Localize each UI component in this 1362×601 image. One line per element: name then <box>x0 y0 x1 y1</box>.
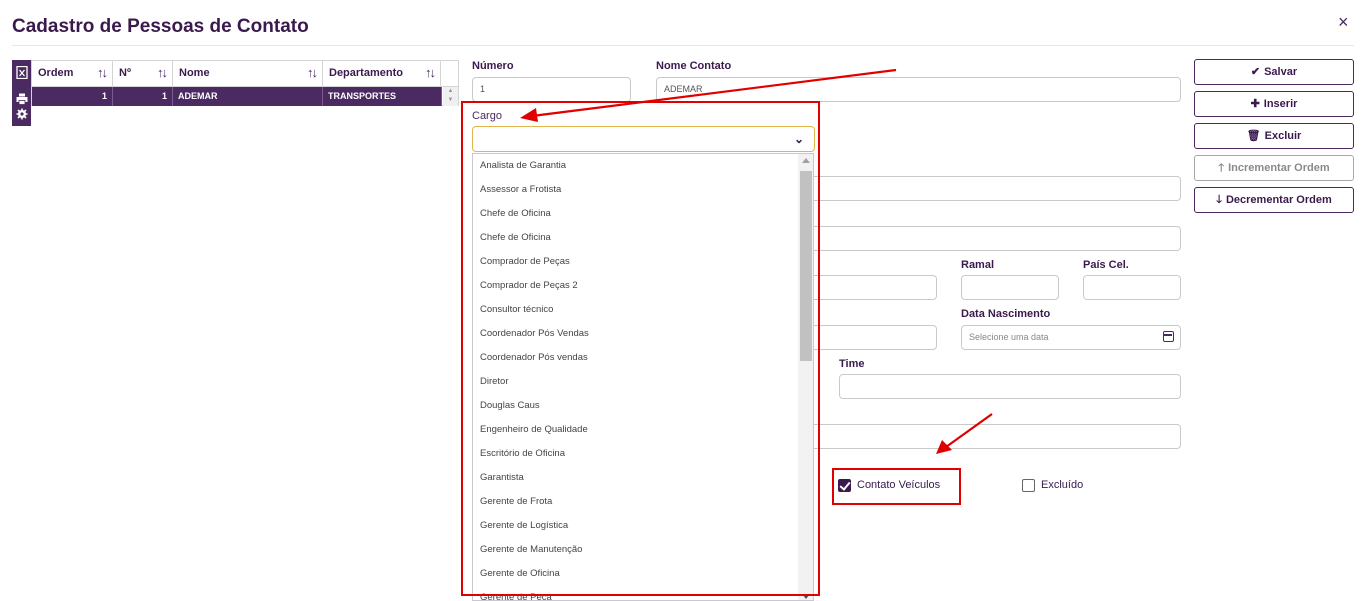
email-field[interactable] <box>800 176 1181 201</box>
sort-icon[interactable]: ↑↓ <box>307 61 318 85</box>
ramal-input[interactable] <box>961 275 1059 300</box>
close-icon[interactable]: × <box>1338 12 1349 33</box>
excel-export-icon[interactable] <box>15 65 28 80</box>
data-nascimento-label: Data Nascimento <box>961 308 1051 320</box>
plus-icon: ✚ <box>1250 98 1260 110</box>
cell-nome: ADEMAR <box>173 87 323 106</box>
column-header-numero[interactable]: Nº ↑↓ <box>113 61 173 87</box>
print-icon[interactable] <box>15 93 28 106</box>
check-icon: ✔ <box>1250 66 1261 78</box>
excluido-checkbox[interactable] <box>1022 479 1035 492</box>
cell-departamento: TRANSPORTES <box>323 87 442 106</box>
pais-cel-input[interactable] <box>1083 275 1181 300</box>
time-input[interactable] <box>839 374 1181 399</box>
excluido-label: Excluído <box>1041 479 1084 491</box>
decrementar-ordem-button[interactable]: 🡓 Decrementar Ordem <box>1194 187 1354 213</box>
inserir-button[interactable]: ✚ Inserir <box>1194 91 1354 117</box>
sort-icon[interactable]: ↑↓ <box>97 61 108 85</box>
grid-toolbar <box>12 60 31 126</box>
arrow-up-icon: 🡑 <box>1218 162 1225 174</box>
grid-scrollbar[interactable]: ▲ ▼ <box>443 87 458 106</box>
column-header-departamento[interactable]: Departamento ↑↓ <box>323 61 441 87</box>
grid-header: Ordem ↑↓ Nº ↑↓ Nome ↑↓ Departamento ↑↓ <box>32 61 458 87</box>
nome-contato-input[interactable]: ADEMAR <box>656 77 1181 102</box>
mobile-field[interactable] <box>800 325 937 350</box>
pais-cel-label: País Cel. <box>1083 259 1129 271</box>
gear-icon[interactable] <box>15 108 28 121</box>
cell-ordem: 1 <box>32 87 113 106</box>
column-header-ordem[interactable]: Ordem ↑↓ <box>32 61 113 87</box>
sort-icon[interactable]: ↑↓ <box>157 61 168 85</box>
nome-contato-label: Nome Contato <box>656 60 732 72</box>
page-title: Cadastro de Pessoas de Contato <box>12 16 309 37</box>
trash-icon: 🗑 <box>1246 130 1261 142</box>
calendar-icon[interactable] <box>1163 331 1174 342</box>
contact-person-dialog: Cadastro de Pessoas de Contato × Ordem ↑↓… <box>0 0 1362 601</box>
excluir-button[interactable]: 🗑 Excluir <box>1194 123 1354 149</box>
numero-label: Número <box>472 60 514 72</box>
table-row[interactable]: 1 1 ADEMAR TRANSPORTES <box>32 87 442 106</box>
phone-field[interactable] <box>800 275 937 300</box>
text-field[interactable] <box>800 226 1181 251</box>
date-placeholder: Selecione uma data <box>969 332 1049 342</box>
annotation-box-contato-veiculos <box>832 468 961 505</box>
contacts-grid: Ordem ↑↓ Nº ↑↓ Nome ↑↓ Departamento ↑↓ 1 1 A… <box>31 60 459 106</box>
numero-input[interactable]: 1 <box>472 77 631 102</box>
annotation-box-cargo <box>461 101 820 596</box>
column-header-nome[interactable]: Nome ↑↓ <box>173 61 323 87</box>
data-nascimento-input[interactable]: Selecione uma data <box>961 325 1181 350</box>
notes-field[interactable] <box>800 424 1181 449</box>
sort-icon[interactable]: ↑↓ <box>425 61 436 85</box>
time-label: Time <box>839 358 865 370</box>
title-divider <box>12 45 1354 46</box>
cell-numero: 1 <box>113 87 173 106</box>
incrementar-ordem-button[interactable]: 🡑 Incrementar Ordem <box>1194 155 1354 181</box>
ramal-label: Ramal <box>961 259 995 271</box>
salvar-button[interactable]: ✔ Salvar <box>1194 59 1354 85</box>
arrow-down-icon: 🡓 <box>1216 194 1222 206</box>
